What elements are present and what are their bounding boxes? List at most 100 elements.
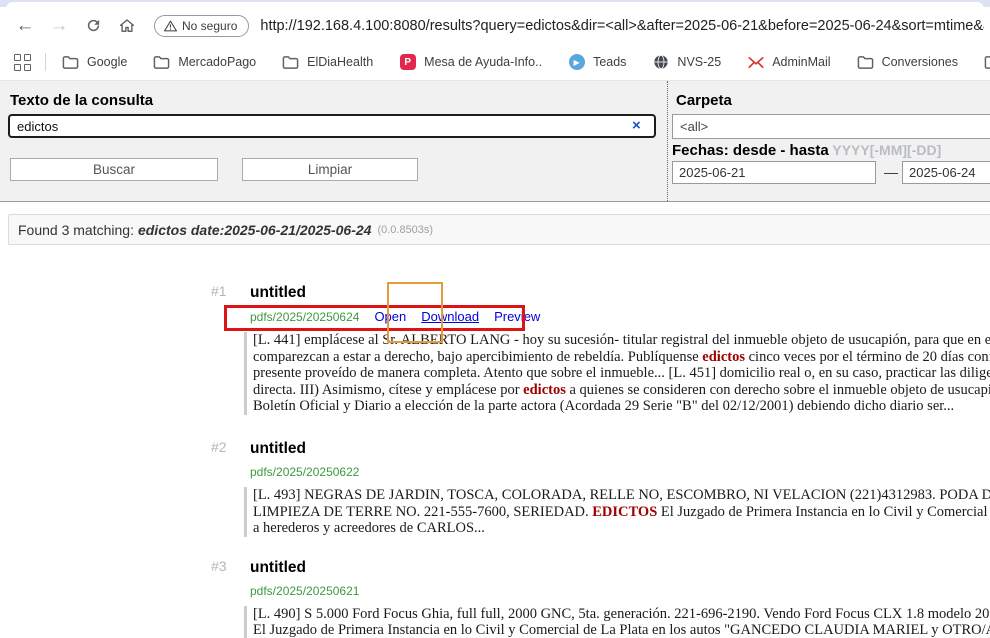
result-item: #2 untitled pdfs/2025/20250622 [L. 493] NEG… [0,415,990,537]
dates-label-row: Fechas: desde - hasta YYYY[-MM][-DD] [672,142,941,160]
date-to-input[interactable] [902,161,990,184]
excerpt-text: Boletín Oficial y Diario a elección de l… [253,398,954,414]
excerpt-text: comparezcan a estar a derecho, bajo aper… [253,349,702,365]
bookmark-item[interactable]: NVS-25 [652,54,721,71]
back-button[interactable]: ← [10,11,40,41]
folder-icon [857,54,874,71]
search-button[interactable]: Buscar [10,158,218,181]
clear-button[interactable]: Limpiar [242,158,418,181]
excerpt-text: El Juzgado de Primera Instancia en lo Ci… [253,622,990,638]
excerpt-text: [L. 490] S 5.000 Ford Focus Ghia, full f… [253,606,990,622]
result-item: #3 untitled pdfs/2025/20250621 [L. 490] S 5… [0,537,990,638]
excerpt-text: a herederos y acreedores de CARLOS... [253,520,485,536]
excerpt-text: [L. 493] NEGRAS DE JARDIN, TOSCA, COLORA… [253,487,990,503]
bookmark-item[interactable]: ▶ Teads [568,54,626,71]
preview-link[interactable]: Preview [494,309,540,324]
result-index: #3 [211,558,227,574]
reload-icon [85,17,102,34]
browser-toolbar: ← → No seguro http://192.168.4.100:8080/… [0,7,990,44]
bookmark-item[interactable]: Conversiones [857,54,958,71]
dates-format-hint: YYYY[-MM][-DD] [829,142,942,158]
excerpt-line: [L. 493] NEGRAS DE JARDIN, TOSCA, COLORA… [253,487,990,504]
result-index: #1 [211,283,227,299]
bookmark-item[interactable]: MercadoPago [153,54,256,71]
bookmark-label: Teads [593,55,626,69]
result-excerpt: [L. 493] NEGRAS DE JARDIN, TOSCA, COLORA… [244,487,990,537]
address-bar[interactable]: No seguro http://192.168.4.100:8080/resu… [146,11,990,41]
result-title: untitled [250,439,990,458]
search-form: Texto de la consulta × Buscar Limpiar Ca… [0,81,990,202]
forward-button[interactable]: → [44,11,74,41]
dates-label: Fechas: desde - hasta [672,142,829,159]
open-link[interactable]: Open [374,309,406,324]
excerpt-line: comparezcan a estar a derecho, bajo aper… [253,349,990,366]
bookmarks-separator [45,53,46,71]
excerpt-line: Boletín Oficial y Diario a elección de l… [253,398,990,415]
result-path-row: pdfs/2025/20250622 [250,465,990,480]
red-badge-icon: P [399,54,416,71]
excerpt-line: LIMPIEZA DE TERRE NO. 221-555-7600, SERI… [253,504,990,521]
url-text: http://192.168.4.100:8080/results?query=… [260,18,984,34]
result-index: #2 [211,439,227,455]
query-input[interactable] [8,114,656,138]
bookmarks-bar: Google MercadoPago ElDiaHealth P Mesa de Ayu… [0,44,990,81]
found-prefix: Found 3 matching: [18,222,134,238]
bookmark-item[interactable]: Sorteos [984,54,990,71]
folder-icon [153,54,170,71]
clear-input-icon[interactable]: × [632,117,641,135]
result-excerpt: [L. 441] emplácese al Sr. ALBERTO LANG -… [244,332,990,415]
result-excerpt: [L. 490] S 5.000 Ford Focus Ghia, full f… [244,606,990,638]
home-button[interactable] [112,11,142,41]
results-summary-bar: Found 3 matching: edictos date:2025-06-2… [8,214,990,245]
found-query: edictos date:2025-06-21/2025-06-24 [138,222,371,238]
reload-button[interactable] [78,11,108,41]
play-icon: ▶ [568,54,585,71]
excerpt-text: El Juzgado de Primera Instancia en lo Ci… [657,504,990,520]
folder-icon [984,54,990,71]
highlighted-term: edictos [523,382,566,398]
excerpt-text: [L. 441] emplácese al Sr. ALBERTO LANG -… [253,332,990,348]
excerpt-text: cinco veces por el término de 20 días co… [745,349,990,365]
security-chip[interactable]: No seguro [154,15,249,37]
bookmark-label: NVS-25 [677,55,721,69]
bookmark-item[interactable]: P Mesa de Ayuda-Info.. [399,54,542,71]
results-list: #1untitledpdfs/2025/20250624OpenDownload… [0,270,990,638]
bookmark-item[interactable]: AdminMail [747,54,830,71]
excerpt-line: El Juzgado de Primera Instancia en lo Ci… [253,622,990,638]
apps-grid-icon[interactable] [14,54,31,71]
result-path: pdfs/2025/20250622 [250,465,359,480]
highlighted-term: edictos [702,349,745,365]
folder-select[interactable]: <all> [672,114,990,139]
bookmark-item[interactable]: Google [62,54,127,71]
bookmark-label: Mesa de Ayuda-Info.. [424,55,542,69]
result-path-row: pdfs/2025/20250621 [250,584,990,599]
filters-column: Carpeta <all> Fechas: desde - hasta YYYY… [668,81,990,201]
excerpt-line: [L. 441] emplácese al Sr. ALBERTO LANG -… [253,332,990,349]
bookmark-label: Conversiones [882,55,958,69]
highlighted-term: EDICTOS [592,504,657,520]
excerpt-line: directa. III) Asimismo, cítese y empláce… [253,382,990,399]
result-path: pdfs/2025/20250621 [250,584,359,599]
home-icon [118,17,136,35]
bookmarks-list: Google MercadoPago ElDiaHealth P Mesa de Ayu… [62,54,990,71]
query-label: Texto de la consulta [10,92,153,109]
warning-icon [164,20,177,32]
result-item: #1untitledpdfs/2025/20250624OpenDownload… [0,270,990,415]
bookmark-label: MercadoPago [178,55,256,69]
found-time: (0.0.8503s) [377,224,433,236]
globe-icon [652,54,669,71]
folder-label: Carpeta [676,92,732,109]
result-path-row: pdfs/2025/20250624OpenDownloadPreview [250,309,990,325]
active-tab [6,2,984,9]
excerpt-line: [L. 490] S 5.000 Ford Focus Ghia, full f… [253,606,990,623]
bookmark-item[interactable]: ElDiaHealth [282,54,373,71]
excerpt-line: presente proveído de manera completa. At… [253,365,990,382]
query-column: Texto de la consulta × Buscar Limpiar [0,81,668,201]
download-link[interactable]: Download [421,309,479,324]
excerpt-text: a quienes se consideren con derecho sobr… [566,382,990,398]
excerpt-line: a herederos y acreedores de CARLOS... [253,520,990,537]
security-chip-label: No seguro [182,19,237,33]
result-title: untitled [250,558,990,577]
date-from-input[interactable] [672,161,876,184]
result-title: untitled [250,283,990,302]
